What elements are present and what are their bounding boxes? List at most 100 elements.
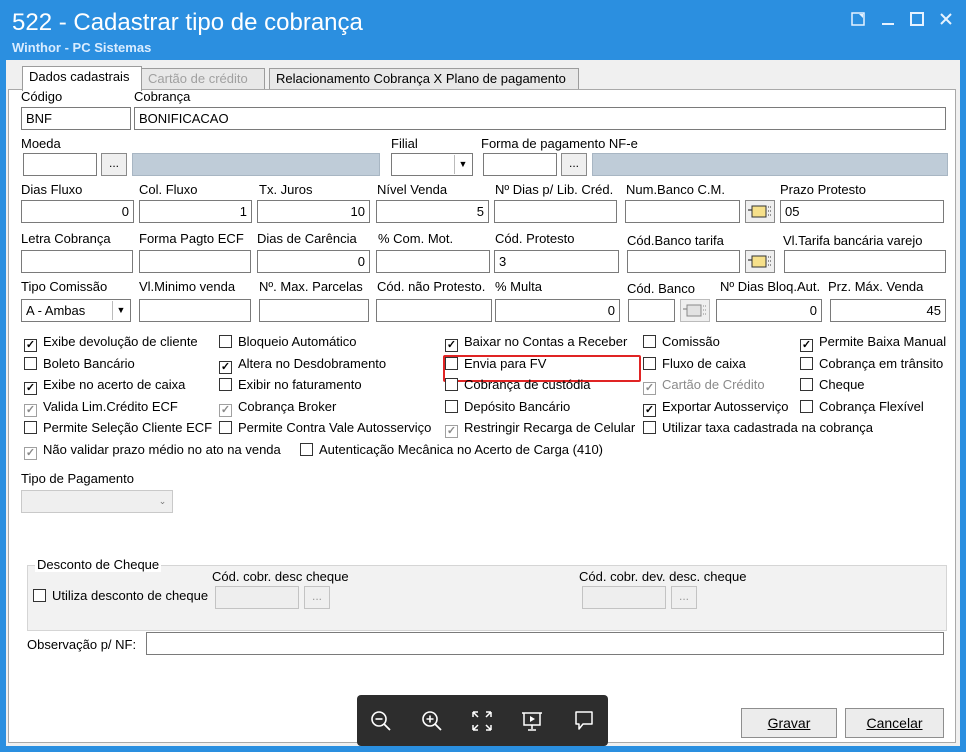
- checkbox-permite-contra-vale[interactable]: Permite Contra Vale Autosserviço: [219, 420, 431, 437]
- checkbox-box[interactable]: [24, 421, 37, 434]
- checkbox-boleto-bancario[interactable]: Boleto Bancário: [24, 356, 135, 373]
- checkbox-box[interactable]: [24, 357, 37, 370]
- num-banco-lookup-button[interactable]: [745, 200, 775, 223]
- observacao-input[interactable]: [146, 632, 944, 655]
- prazo-protesto-input[interactable]: 05: [780, 200, 944, 223]
- checkbox-cobranca-broker[interactable]: ✓ Cobrança Broker: [219, 399, 336, 417]
- moeda-search-button[interactable]: ...: [101, 153, 127, 176]
- checkbox-baixar-contas-receber[interactable]: ✓ Baixar no Contas a Receber: [445, 334, 627, 352]
- minimize-icon[interactable]: [877, 11, 899, 29]
- col-fluxo-input[interactable]: 1: [139, 200, 252, 223]
- tx-juros-input[interactable]: 10: [257, 200, 370, 223]
- checkbox-exibe-acerto-caixa[interactable]: ✓ Exibe no acerto de caixa: [24, 377, 185, 395]
- checkbox-box[interactable]: [643, 335, 656, 348]
- cod-cobr-dev-desc-cheque-input[interactable]: [582, 586, 666, 609]
- forma-pagamento-nfe-input[interactable]: [483, 153, 557, 176]
- dias-carencia-input[interactable]: 0: [257, 250, 370, 273]
- cod-cobr-desc-search-button[interactable]: ...: [304, 586, 330, 609]
- max-parcelas-input[interactable]: [259, 299, 369, 322]
- fullscreen-icon[interactable]: [469, 709, 495, 733]
- checkbox-comissao[interactable]: Comissão: [643, 334, 720, 351]
- tipo-pagamento-select[interactable]: ⌄: [21, 490, 173, 513]
- close-icon[interactable]: [935, 11, 957, 29]
- vl-tarifa-input[interactable]: [784, 250, 946, 273]
- checkbox-restringir-recarga[interactable]: ✓ Restringir Recarga de Celular: [445, 420, 635, 438]
- restore-icon[interactable]: [847, 11, 869, 29]
- checkbox-box[interactable]: [445, 357, 458, 370]
- checkbox-autenticacao-mecanica[interactable]: Autenticação Mecânica no Acerto de Carga…: [300, 442, 603, 459]
- cod-banco-tarifa-input[interactable]: [627, 250, 740, 273]
- dias-bloq-aut-input[interactable]: 0: [716, 299, 822, 322]
- cod-protesto-input[interactable]: 3: [494, 250, 619, 273]
- checkbox-cartao-credito[interactable]: ✓ Cartão de Crédito: [643, 377, 765, 395]
- cod-banco-input[interactable]: [628, 299, 675, 322]
- tab-relacionamento-cobranca[interactable]: Relacionamento Cobrança X Plano de pagam…: [269, 68, 579, 90]
- cancelar-button[interactable]: Cancelar: [845, 708, 944, 738]
- filial-select[interactable]: ▼: [391, 153, 473, 176]
- nivel-venda-input[interactable]: 5: [376, 200, 489, 223]
- cobranca-input[interactable]: BONIFICACAO: [134, 107, 946, 130]
- checkbox-box[interactable]: ✓: [219, 404, 232, 417]
- zoom-out-icon[interactable]: [368, 709, 394, 733]
- checkbox-utiliza-desconto-cheque[interactable]: Utiliza desconto de cheque: [33, 588, 208, 605]
- tipo-comissao-select[interactable]: A - Ambas ▼: [21, 299, 131, 322]
- multa-input[interactable]: 0: [495, 299, 620, 322]
- checkbox-box[interactable]: ✓: [219, 361, 232, 374]
- cod-nao-protesto-input[interactable]: [376, 299, 492, 322]
- tab-cartao-de-credito[interactable]: Cartão de crédito: [141, 68, 265, 90]
- checkbox-cheque[interactable]: Cheque: [800, 377, 865, 394]
- checkbox-exportar-autosservico[interactable]: ✓ Exportar Autosserviço: [643, 399, 788, 417]
- dias-fluxo-input[interactable]: 0: [21, 200, 134, 223]
- moeda-input[interactable]: [23, 153, 97, 176]
- forma-pagto-ecf-input[interactable]: [139, 250, 251, 273]
- checkbox-box[interactable]: [219, 335, 232, 348]
- tab-dados-cadastrais[interactable]: Dados cadastrais: [22, 66, 142, 91]
- checkbox-exibe-devolucao[interactable]: ✓ Exibe devolução de cliente: [24, 334, 198, 352]
- codigo-input[interactable]: BNF: [21, 107, 131, 130]
- checkbox-permite-baixa-manual[interactable]: ✓ Permite Baixa Manual: [800, 334, 946, 352]
- checkbox-box[interactable]: ✓: [24, 382, 37, 395]
- vl-minimo-venda-input[interactable]: [139, 299, 251, 322]
- checkbox-box[interactable]: ✓: [800, 339, 813, 352]
- checkbox-box[interactable]: [800, 357, 813, 370]
- checkbox-box[interactable]: [643, 357, 656, 370]
- checkbox-box[interactable]: ✓: [445, 425, 458, 438]
- checkbox-box[interactable]: [643, 421, 656, 434]
- checkbox-box[interactable]: [300, 443, 313, 456]
- cod-banco-tarifa-lookup-button[interactable]: [745, 250, 775, 273]
- prz-max-venda-input[interactable]: 45: [830, 299, 946, 322]
- checkbox-box[interactable]: ✓: [24, 447, 37, 460]
- checkbox-envia-fv[interactable]: Envia para FV: [445, 356, 546, 373]
- checkbox-box[interactable]: ✓: [643, 404, 656, 417]
- checkbox-box[interactable]: ✓: [24, 339, 37, 352]
- checkbox-box[interactable]: [219, 421, 232, 434]
- checkbox-fluxo-caixa[interactable]: Fluxo de caixa: [643, 356, 746, 373]
- presentation-icon[interactable]: [519, 709, 545, 733]
- comment-icon[interactable]: [571, 709, 597, 733]
- checkbox-altera-desdobramento[interactable]: ✓ Altera no Desdobramento: [219, 356, 386, 374]
- gravar-button[interactable]: Gravar: [741, 708, 837, 738]
- cod-banco-lookup-button[interactable]: [680, 299, 710, 322]
- cod-cobr-dev-search-button[interactable]: ...: [671, 586, 697, 609]
- checkbox-box[interactable]: [445, 400, 458, 413]
- checkbox-box[interactable]: ✓: [24, 404, 37, 417]
- title-bar[interactable]: 522 - Cadastrar tipo de cobrança Winthor…: [0, 0, 966, 60]
- checkbox-box[interactable]: [800, 400, 813, 413]
- num-banco-cm-input[interactable]: [625, 200, 740, 223]
- checkbox-cobranca-flexivel[interactable]: Cobrança Flexível: [800, 399, 924, 416]
- checkbox-cobranca-transito[interactable]: Cobrança em trânsito: [800, 356, 943, 373]
- checkbox-deposito-bancario[interactable]: Depósito Bancário: [445, 399, 570, 416]
- checkbox-box[interactable]: [800, 378, 813, 391]
- checkbox-box[interactable]: [445, 378, 458, 391]
- dias-lib-cred-input[interactable]: [494, 200, 617, 223]
- checkbox-exibir-faturamento[interactable]: Exibir no faturamento: [219, 377, 362, 394]
- letra-cobranca-input[interactable]: [21, 250, 133, 273]
- checkbox-box[interactable]: [219, 378, 232, 391]
- checkbox-nao-validar-prazo[interactable]: ✓ Não validar prazo médio no ato na venda: [24, 442, 281, 460]
- maximize-icon[interactable]: [906, 11, 928, 29]
- cod-cobr-desc-cheque-input[interactable]: [215, 586, 299, 609]
- checkbox-box[interactable]: ✓: [643, 382, 656, 395]
- checkbox-bloqueio-automatico[interactable]: Bloqueio Automático: [219, 334, 357, 351]
- checkbox-cobranca-custodia[interactable]: Cobrança de custódia: [445, 377, 590, 394]
- checkbox-utilizar-taxa[interactable]: Utilizar taxa cadastrada na cobrança: [643, 420, 873, 437]
